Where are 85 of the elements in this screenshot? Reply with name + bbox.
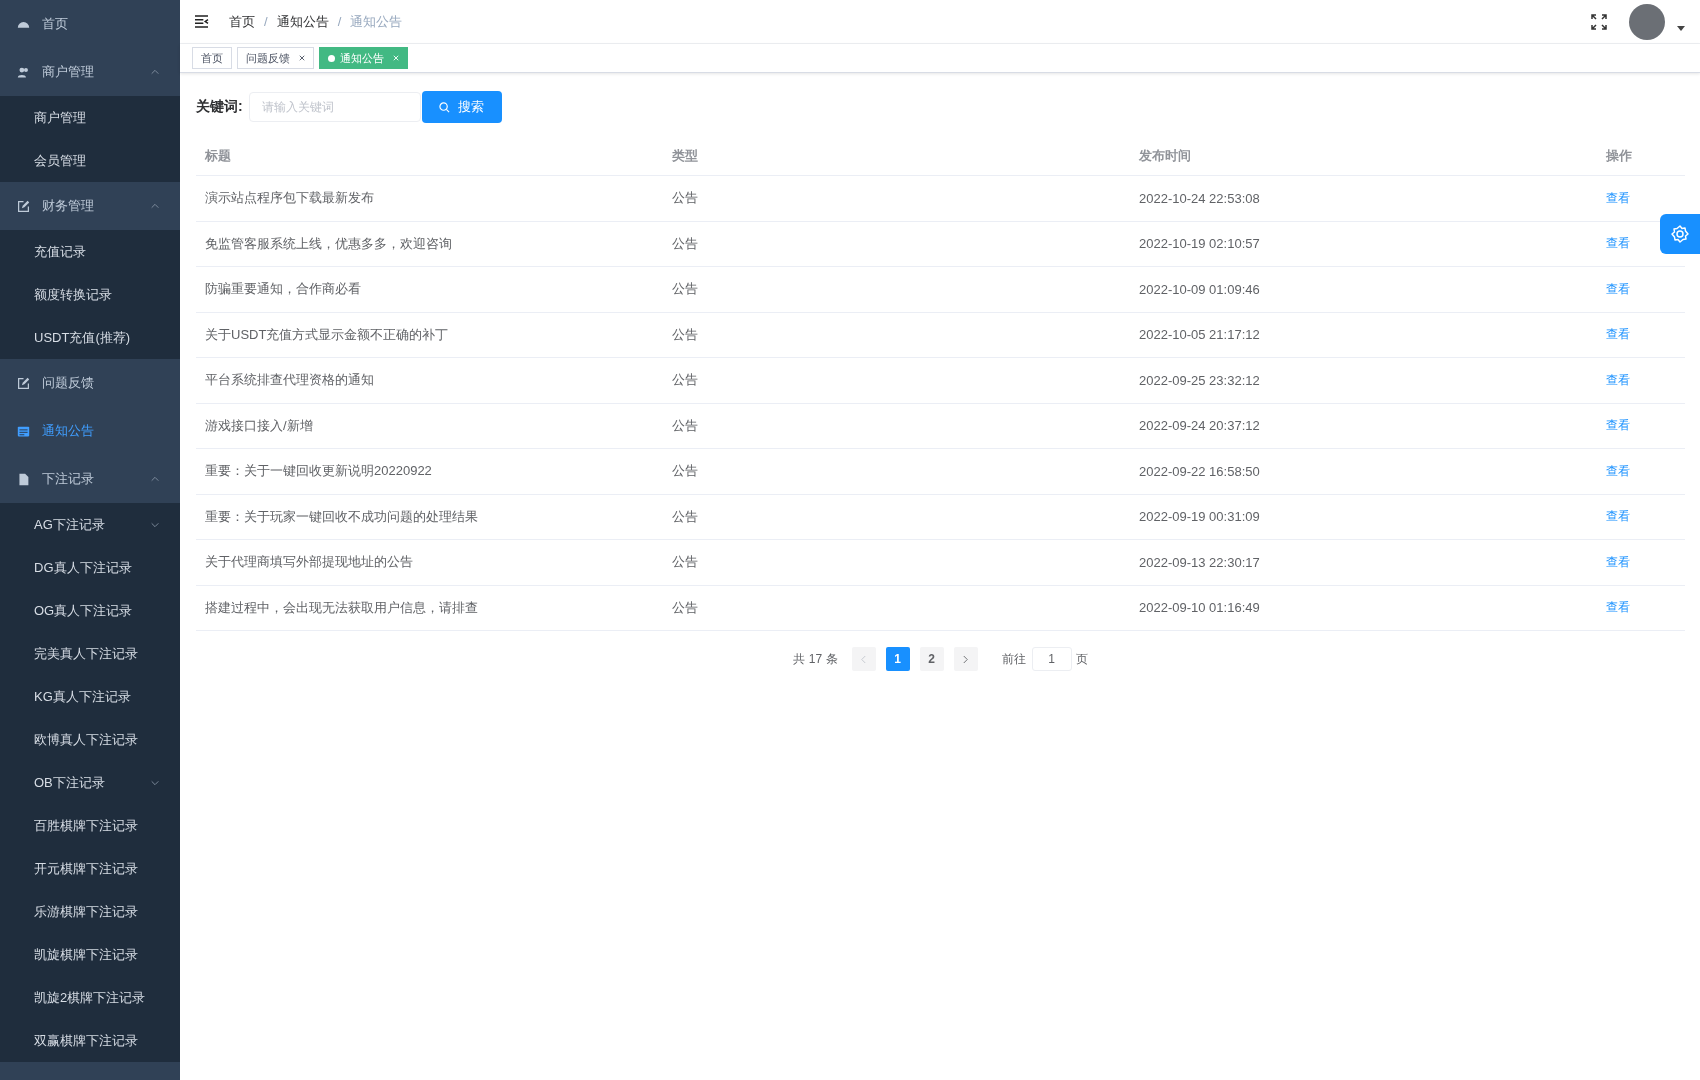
sidebar-item[interactable]: 会员管理 (0, 139, 180, 182)
table-cell-text: 免监管客服系统上线，优惠多多，欢迎咨询 (204, 234, 453, 253)
breadcrumb-item[interactable]: 通知公告 (276, 12, 329, 31)
page-unit-label: 页 (1075, 650, 1088, 668)
sidebar-item[interactable]: 凯旋2棋牌下注记录 (0, 976, 180, 1019)
table-cell-text: 公告 (671, 280, 699, 299)
table-cell-text: 2022-09-19 00:31:09 (1138, 509, 1261, 525)
table-cell-text: 公告 (671, 553, 699, 572)
sidebar-item[interactable]: 首页 (0, 0, 180, 48)
column-header: 类型 (671, 147, 699, 165)
sidebar-item[interactable]: 商户管理 (0, 96, 180, 139)
table-cell-text: 游戏接口接入/新增 (204, 416, 314, 435)
sidebar-item[interactable]: 通知公告 (0, 407, 180, 455)
page-input[interactable]: 1 (1031, 647, 1072, 671)
sidebar-item[interactable]: OG真人下注记录 (0, 589, 180, 632)
sidebar-item[interactable]: OB下注记录 (0, 761, 180, 804)
table-cell-text: 2022-10-05 21:17:12 (1138, 327, 1261, 343)
sidebar-item[interactable]: KG真人下注记录 (0, 675, 180, 718)
table-cell-text: 关于代理商填写外部提现地址的公告 (204, 553, 414, 572)
keyword-input[interactable]: 请输入关键词 (248, 92, 421, 122)
column-header: 发布时间 (1138, 147, 1192, 165)
table-cell-text: 公告 (671, 325, 699, 344)
sidebar-item[interactable]: 乐游棋牌下注记录 (0, 890, 180, 933)
chevron-icon (150, 201, 160, 211)
sidebar-item[interactable]: 充值记录 (0, 230, 180, 273)
active-dot-icon (328, 54, 335, 62)
table-cell-text: 公告 (671, 416, 699, 435)
table-cell-text: 2022-09-22 16:58:50 (1138, 463, 1261, 479)
chevron-icon (150, 67, 160, 77)
sidebar-item[interactable]: 财务管理 (0, 182, 180, 230)
table-cell-text: 防骗重要通知，合作商必看 (204, 280, 362, 299)
sidebar-item[interactable]: 商户管理 (0, 48, 180, 96)
column-header: 标题 (204, 147, 232, 165)
table-cell-text: 重要：关于玩家一键回收不成功问题的处理结果 (204, 507, 479, 526)
sidebar-item[interactable]: AG下注记录 (0, 503, 180, 546)
breadcrumb-separator: / (337, 14, 342, 29)
fullscreen-icon[interactable] (1591, 13, 1607, 30)
table-cell-text: 演示站点程序包下载最新发布 (204, 189, 375, 208)
page-button[interactable]: 2 (919, 647, 944, 671)
tab[interactable]: 问题反馈 (237, 47, 314, 69)
chevron-left-icon (860, 654, 867, 664)
chevron-right-icon (962, 654, 969, 664)
sidebar-item[interactable]: 问题反馈 (0, 359, 180, 407)
table-cell-text: 平台系统排查代理资格的通知 (204, 371, 375, 390)
table-cell-text: 关于USDT充值方式显示金额不正确的补丁 (204, 325, 450, 344)
table-cell-text: 重要：关于一键回收更新说明20220922 (204, 462, 433, 481)
sidebar-item[interactable]: USDT充值(推荐) (0, 316, 180, 359)
table-cell-text: 公告 (671, 598, 699, 617)
settings-button[interactable] (1660, 214, 1700, 254)
table-cell-text: 公告 (671, 189, 699, 208)
breadcrumb-separator: / (264, 14, 268, 29)
breadcrumb-item: 通知公告 (350, 12, 403, 31)
keyword-label: 关键词: (196, 98, 243, 116)
sidebar-item[interactable]: 百胜棋牌下注记录 (0, 804, 180, 847)
sidebar-item[interactable]: 下注记录 (0, 455, 180, 503)
tab[interactable]: 首页 (192, 47, 232, 69)
chevron-icon (150, 474, 160, 484)
table-cell-text: 2022-09-24 20:37:12 (1138, 418, 1261, 434)
table-cell-text: 2022-09-13 22:30:17 (1138, 554, 1261, 570)
sidebar-item[interactable]: 凯旋棋牌下注记录 (0, 933, 180, 976)
caret-icon[interactable] (1677, 26, 1685, 31)
table-cell-text: 2022-09-25 23:32:12 (1138, 372, 1261, 388)
settings-icon (1670, 224, 1690, 244)
column-header: 操作 (1605, 147, 1633, 165)
sidebar-item[interactable]: 欧博真人下注记录 (0, 718, 180, 761)
breadcrumb-item[interactable]: 首页 (229, 12, 255, 31)
table-cell-text: 公告 (671, 371, 699, 390)
sidebar-item[interactable]: 双赢棋牌下注记录 (0, 1019, 180, 1062)
table-cell-text: 2022-10-24 22:53:08 (1138, 190, 1261, 206)
search-icon (439, 101, 451, 113)
sidebar-item[interactable]: 额度转换记录 (0, 273, 180, 316)
table-cell-text: 2022-10-09 01:09:46 (1138, 281, 1261, 297)
table-cell-text: 公告 (671, 462, 699, 481)
table-cell-text: 2022-09-10 01:16:49 (1138, 600, 1261, 616)
table-cell-text: 2022-10-19 02:10:57 (1138, 236, 1261, 252)
sidebar-item[interactable]: DG真人下注记录 (0, 546, 180, 589)
table-cell-text: 公告 (671, 234, 699, 253)
sidebar-item[interactable]: 完美真人下注记录 (0, 632, 180, 675)
close-icon[interactable] (299, 55, 305, 61)
avatar[interactable] (1629, 3, 1665, 40)
table-cell-text: 公告 (671, 507, 699, 526)
total-count: 共 17 条 (793, 650, 838, 668)
goto-label: 前往 (1001, 650, 1026, 668)
table-cell-text: 搭建过程中，会出现无法获取用户信息，请排查 (204, 598, 479, 617)
sidebar-item[interactable]: 开元棋牌下注记录 (0, 847, 180, 890)
